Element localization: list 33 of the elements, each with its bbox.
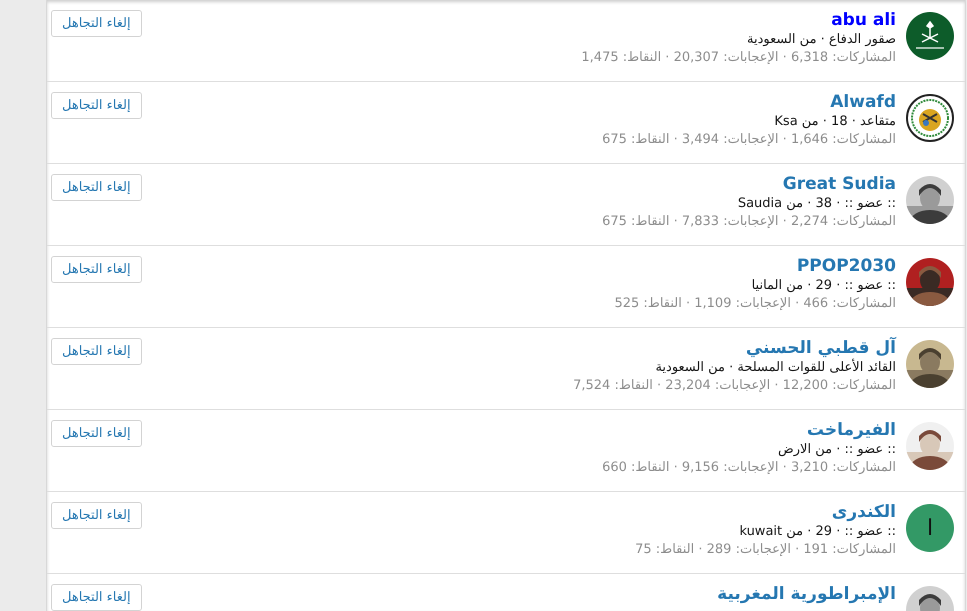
username[interactable]: abu ali <box>831 9 896 31</box>
username[interactable]: Great Sudia <box>782 173 896 195</box>
user-stats: المشاركات: 12,200 · الإعجابات: 23,204 · النقاط: 7,524 <box>573 377 896 395</box>
user-details: :: عضو :: · 29 · من kuwait <box>739 523 896 541</box>
user-details: :: عضو :: · 29 · من المانيا <box>752 277 896 295</box>
username[interactable]: آل قطبي الحسني <box>746 337 896 359</box>
unignore-button[interactable]: إلغاء التجاهل <box>51 174 142 201</box>
unignore-button[interactable]: إلغاء التجاهل <box>51 338 142 365</box>
username[interactable]: الإمبراطورية المغربية <box>717 583 896 605</box>
user-details: صقور الدفاع · من السعودية <box>747 31 896 49</box>
user-stats: المشاركات: 466 · الإعجابات: 1,109 · النقاط: 525 <box>614 295 896 313</box>
unignore-button[interactable]: إلغاء التجاهل <box>51 502 142 529</box>
unignore-button[interactable]: إلغاء التجاهل <box>51 584 142 611</box>
unignore-button[interactable]: إلغاء التجاهل <box>51 256 142 283</box>
username[interactable]: PPOP2030 <box>796 255 896 277</box>
user-stats: المشاركات: 6,318 · الإعجابات: 20,307 · النقاط: 1,475 <box>581 49 896 67</box>
avatar-letter: ا <box>906 504 954 552</box>
unignore-button[interactable]: إلغاء التجاهل <box>51 92 142 119</box>
user-stats: المشاركات: 191 · الإعجابات: 289 · النقاط: 75 <box>635 541 896 559</box>
user-details: :: عضو :: · من الارض <box>778 441 896 459</box>
username[interactable]: الفيرماخت <box>806 419 896 441</box>
user-details: القائد الأعلى للقوات المسلحة · من السعودية <box>655 359 896 377</box>
user-stats: المشاركات: 2,274 · الإعجابات: 7,833 · النقاط: 675 <box>602 213 896 231</box>
emblem-icon <box>906 12 954 60</box>
user-stats: المشاركات: 3,210 · الإعجابات: 9,156 · النقاط: 660 <box>602 459 896 477</box>
user-details: متقاعد · 18 · من Ksa <box>774 113 896 131</box>
username[interactable]: Alwafd <box>830 91 896 113</box>
user-stats: المشاركات: 1,646 · الإعجابات: 3,494 · النقاط: 675 <box>602 131 896 149</box>
emblem-icon <box>906 94 954 142</box>
unignore-button[interactable]: إلغاء التجاهل <box>51 10 142 37</box>
unignore-button[interactable]: إلغاء التجاهل <box>51 420 142 447</box>
username[interactable]: الكندرى <box>832 501 896 523</box>
user-details: :: عضو :: · 38 · من Saudia <box>738 195 896 213</box>
